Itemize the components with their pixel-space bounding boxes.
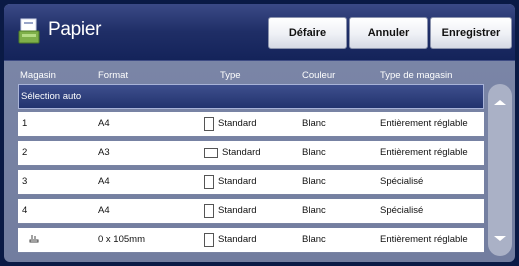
cancel-button[interactable]: Annuler [349,17,428,49]
list-item[interactable]: 1 A4 Standard Blanc Entièrement réglable [18,112,484,137]
arrow-down-icon [494,235,506,241]
list-item[interactable]: 0 x 105mm Standard Blanc Entièrement rég… [18,228,484,253]
cell-type: Standard [222,147,261,158]
cell-format: A4 [98,205,110,216]
cell-tray-type: Entièrement réglable [380,147,468,158]
save-button[interactable]: Enregistrer [430,17,512,49]
list-item[interactable]: 4 A4 Standard Blanc Spécialisé [18,199,484,224]
cell-format: A4 [98,176,110,187]
bypass-tray-icon [29,235,39,243]
cell-tray-type: Entièrement réglable [380,234,468,245]
cell-tray-type: Entièrement réglable [380,118,468,129]
vertical-scrollbar[interactable] [488,84,512,256]
paper-tray-icon [18,18,40,44]
portrait-orientation-icon [204,233,214,247]
cell-type: Standard [218,118,257,129]
cell-type: Standard [218,205,257,216]
cell-tray: Sélection auto [21,91,82,102]
cell-color: Blanc [302,205,326,216]
scroll-down-button[interactable] [488,224,512,252]
cell-tray: 1 [22,118,28,129]
header-tray-type: Type de magasin [380,70,453,81]
cell-tray: 2 [22,147,28,158]
list-item-auto-select[interactable]: Sélection auto [18,84,484,109]
cell-format: 0 x 105mm [98,234,145,245]
cell-color: Blanc [302,176,326,187]
page-title: Papier [48,19,102,40]
paper-panel: Papier Défaire Annuler Enregistrer Magas… [4,4,515,262]
header-tray: Magasin [20,70,56,81]
landscape-orientation-icon [204,148,218,158]
title-bar: Papier Défaire Annuler Enregistrer [4,4,515,61]
cell-tray-type: Spécialisé [380,176,424,187]
cell-type: Standard [218,176,257,187]
scroll-up-button[interactable] [488,88,512,116]
cell-color: Blanc [302,118,326,129]
header-color: Couleur [302,70,336,81]
cell-type: Standard [218,234,257,245]
cell-tray-type: Spécialisé [380,205,424,216]
portrait-orientation-icon [204,204,214,218]
cell-color: Blanc [302,234,326,245]
cell-tray: 3 [22,176,28,187]
undo-button[interactable]: Défaire [268,17,347,49]
list-item[interactable]: 2 A3 Standard Blanc Entièrement réglable [18,141,484,166]
tray-list: Sélection auto 1 A4 Standard Blanc Entiè… [18,84,484,256]
header-type: Type [220,70,241,81]
portrait-orientation-icon [204,175,214,189]
header-format: Format [98,70,129,81]
portrait-orientation-icon [204,117,214,131]
cell-format: A3 [98,147,110,158]
arrow-up-icon [494,99,506,105]
cell-format: A4 [98,118,110,129]
cell-color: Blanc [302,147,326,158]
cell-tray: 4 [22,205,28,216]
list-item[interactable]: 3 A4 Standard Blanc Spécialisé [18,170,484,195]
